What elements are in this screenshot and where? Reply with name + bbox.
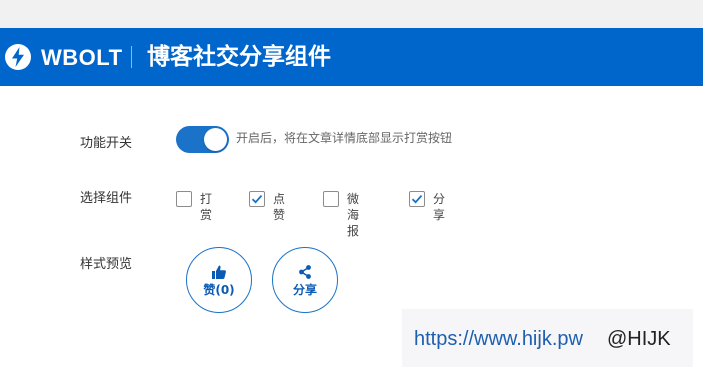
like-count-label: 赞(0) xyxy=(203,283,235,297)
thumbs-up-icon xyxy=(212,265,226,279)
checkbox-poster[interactable] xyxy=(323,191,339,207)
checkbox-like[interactable] xyxy=(249,191,265,207)
watermark: https://www.hijk.pw @HIJK xyxy=(402,309,693,367)
header-bar: WBOLT 博客社交分享组件 xyxy=(0,28,703,86)
feature-switch-label: 功能开关 xyxy=(80,136,133,151)
check-icon xyxy=(411,195,423,204)
share-label: 分享 xyxy=(292,283,317,297)
header-divider xyxy=(131,46,132,68)
toggle-knob xyxy=(204,128,227,151)
top-bar xyxy=(0,0,703,28)
watermark-url: https://www.hijk.pw xyxy=(414,328,583,350)
feature-toggle[interactable] xyxy=(176,126,229,153)
watermark-handle: @HIJK xyxy=(607,328,671,350)
checkbox-share[interactable] xyxy=(409,191,425,207)
checkbox-reward[interactable] xyxy=(176,191,192,207)
share-icon xyxy=(299,265,311,279)
share-preview-button[interactable]: 分享 xyxy=(272,247,338,313)
brand-name: WBOLT xyxy=(41,45,123,70)
preview-label: 样式预览 xyxy=(80,257,133,272)
checkbox-reward-label: 打赏 xyxy=(200,192,213,222)
checkbox-share-label: 分享 xyxy=(433,192,446,222)
checkbox-like-label: 点赞 xyxy=(273,192,286,222)
lightning-bolt-icon xyxy=(5,44,31,70)
like-preview-button[interactable]: 赞(0) xyxy=(186,247,252,313)
checkbox-poster-label: 微海报 xyxy=(347,192,360,238)
page-title: 博客社交分享组件 xyxy=(147,44,331,70)
feature-description: 开启后，将在文章详情底部显示打赏按钮 xyxy=(236,131,453,145)
components-label: 选择组件 xyxy=(80,191,133,206)
check-icon xyxy=(251,195,263,204)
